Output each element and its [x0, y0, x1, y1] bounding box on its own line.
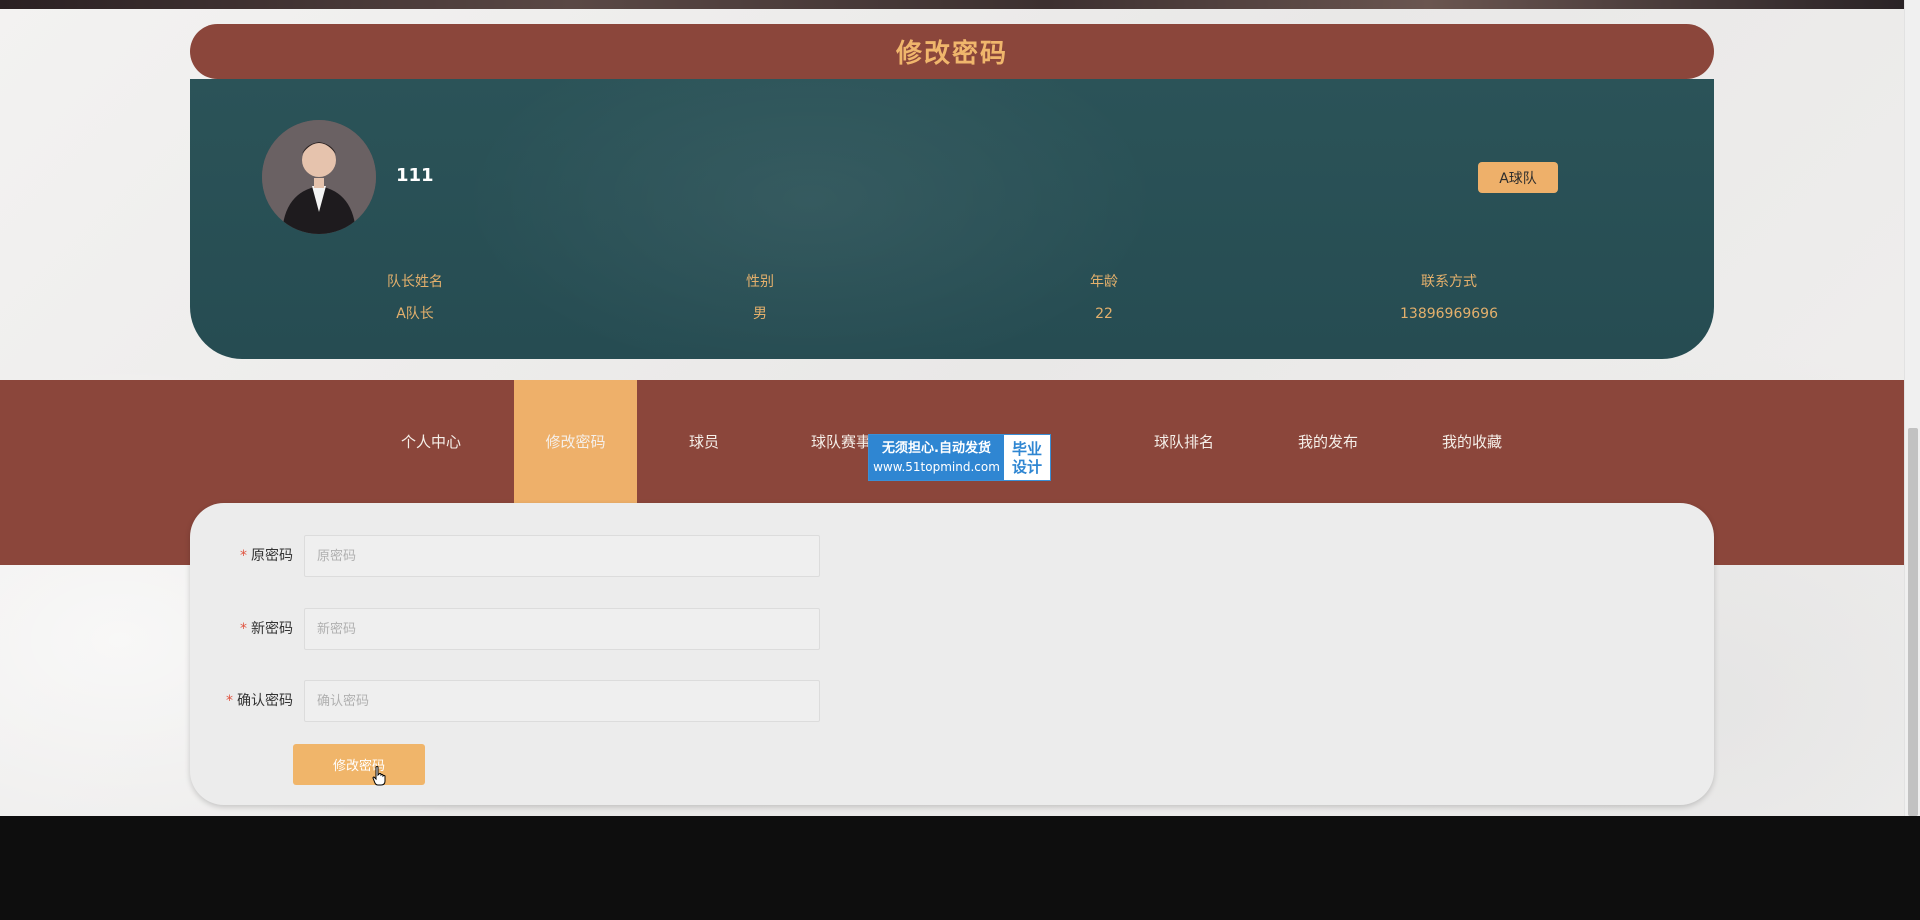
new-password-label: * 新密码	[240, 621, 293, 637]
info-value: 22	[1095, 306, 1113, 322]
confirm-password-label: * 确认密码	[226, 693, 293, 709]
hand-cursor-icon	[372, 766, 386, 786]
page-title-banner: 修改密码	[190, 24, 1714, 79]
page-title: 修改密码	[895, 39, 1008, 69]
info-label: 队长姓名	[387, 274, 443, 290]
required-mark: *	[240, 548, 247, 564]
info-value: 男	[753, 306, 767, 322]
old-password-input[interactable]	[304, 535, 820, 577]
info-age: 年龄 22	[954, 272, 1254, 324]
team-badge[interactable]: A球队	[1478, 162, 1558, 193]
header-banner-image	[0, 0, 1904, 9]
nav-item-my-favorites[interactable]: 我的收藏	[1424, 380, 1520, 503]
page-footer	[0, 816, 1920, 920]
required-mark: *	[226, 693, 233, 709]
watermark-right1: 毕业	[1011, 439, 1042, 458]
info-label: 年龄	[1090, 274, 1118, 290]
avatar	[262, 120, 376, 234]
info-value: A队长	[396, 306, 434, 322]
info-captain-name: 队长姓名 A队长	[265, 272, 565, 324]
submit-change-password-button[interactable]: 修改密码	[293, 744, 425, 785]
info-label: 联系方式	[1421, 274, 1477, 290]
info-contact: 联系方式 13896969696	[1299, 272, 1599, 324]
form-row-old-password: * 原密码	[190, 535, 890, 577]
username: 111	[396, 165, 434, 186]
info-value: 13896969696	[1400, 306, 1498, 322]
nav-item-change-password[interactable]: 修改密码	[514, 380, 637, 503]
nav-item-players[interactable]: 球员	[667, 380, 741, 503]
form-row-confirm-password: * 确认密码	[190, 680, 890, 722]
change-password-form: * 原密码 * 新密码 * 确认密码 修改密码	[190, 503, 1714, 805]
form-row-new-password: * 新密码	[190, 608, 890, 650]
watermark-line2: www.51topmind.com	[873, 459, 1000, 474]
watermark-line1: 无须担心.自动发货	[882, 440, 991, 456]
nav-item-personal-center[interactable]: 个人中心	[386, 380, 476, 503]
page-scrollbar[interactable]	[1904, 0, 1920, 816]
profile-card: 111 A球队 队长姓名 A队长 性别 男 年龄 22 联系方式 1389696…	[190, 79, 1714, 359]
required-mark: *	[240, 621, 247, 637]
scrollbar-thumb[interactable]	[1908, 428, 1918, 816]
nav-item-my-posts[interactable]: 我的发布	[1280, 380, 1376, 503]
watermark-right2: 设计	[1011, 457, 1042, 476]
info-label: 性别	[746, 274, 774, 290]
avatar-image	[262, 120, 376, 234]
confirm-password-input[interactable]	[304, 680, 820, 722]
nav-item-team-ranking[interactable]: 球队排名	[1135, 380, 1233, 503]
old-password-label: * 原密码	[240, 548, 293, 564]
info-gender: 性别 男	[610, 272, 910, 324]
new-password-input[interactable]	[304, 608, 820, 650]
watermark-badge: 无须担心.自动发货 www.51topmind.com 毕业 设计	[868, 434, 1051, 481]
